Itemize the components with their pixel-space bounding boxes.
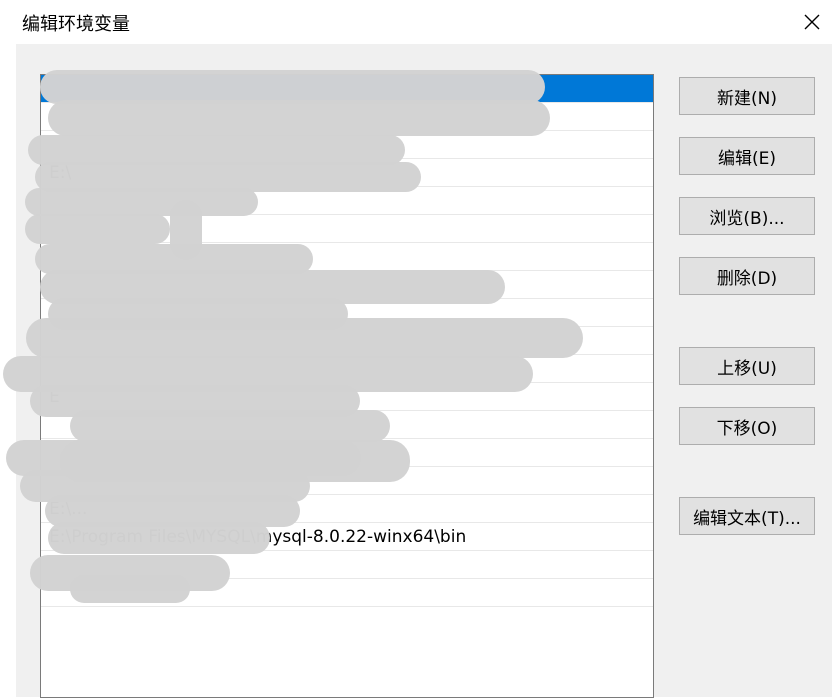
move-down-button[interactable]: 下移(O) xyxy=(679,407,815,445)
new-button[interactable]: 新建(N) xyxy=(679,77,815,115)
edit-button[interactable]: 编辑(E) xyxy=(679,137,815,175)
edit-env-variable-dialog: 编辑环境变量 E:\EE:\...E:\Program Files\MYSQL\… xyxy=(0,0,832,698)
browse-button[interactable]: 浏览(B)... xyxy=(679,197,815,235)
close-icon[interactable] xyxy=(800,10,824,34)
delete-button[interactable]: 删除(D) xyxy=(679,257,815,295)
move-up-button[interactable]: 上移(U) xyxy=(679,347,815,385)
dialog-title: 编辑环境变量 xyxy=(22,14,130,35)
title-bar: 编辑环境变量 xyxy=(0,0,832,44)
edit-text-button[interactable]: 编辑文本(T)... xyxy=(679,497,815,535)
